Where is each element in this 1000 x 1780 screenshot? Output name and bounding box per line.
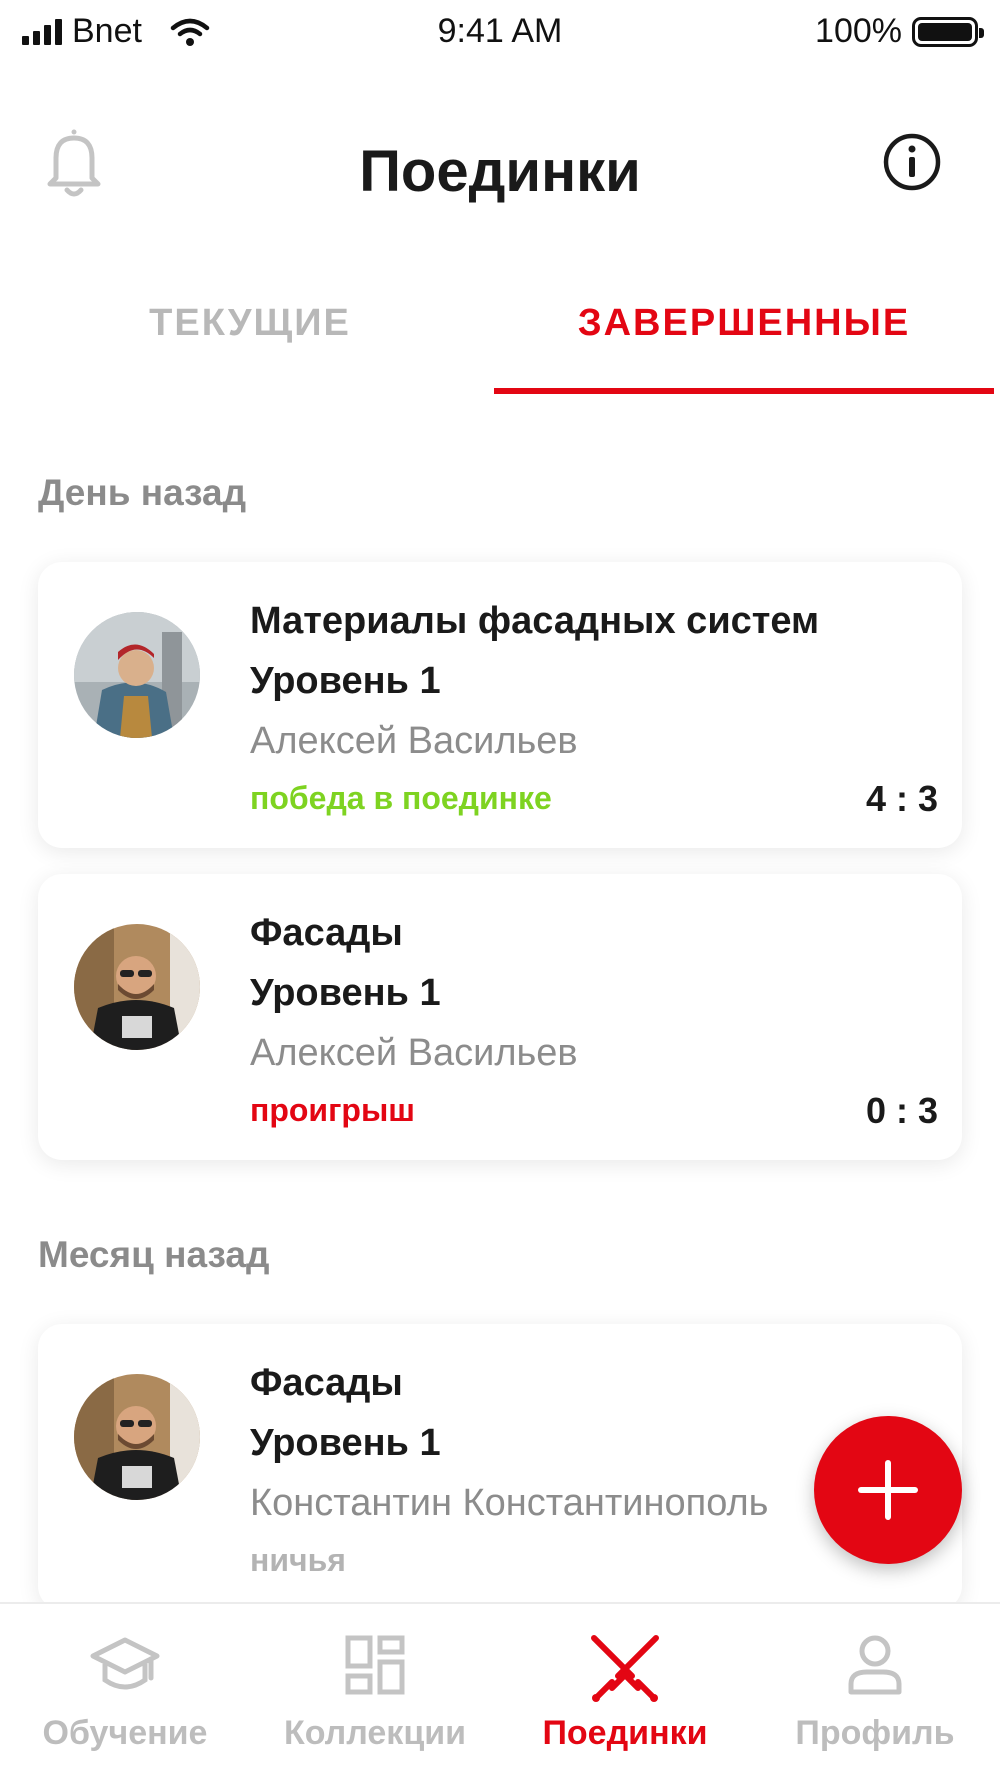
status-right: 100%	[815, 12, 984, 51]
bottom-nav: Обучение Коллекции Поединки Профиль	[0, 1602, 1000, 1780]
duel-result: проигрыш	[250, 1092, 415, 1128]
duel-score: 4 : 3	[865, 778, 938, 819]
nav-label: Коллекции	[283, 1714, 467, 1752]
person-icon	[848, 1635, 902, 1695]
battery-percent: 100%	[815, 12, 902, 50]
nav-item-collections[interactable]: Коллекции	[250, 1604, 500, 1780]
nav-item-profile[interactable]: Профиль	[750, 1604, 1000, 1780]
avatar	[74, 924, 200, 1050]
tab-finished[interactable]: ЗАВЕРШЕННЫЕ	[494, 302, 994, 345]
page-title: Поединки	[359, 139, 641, 204]
duel-level: Уровень 1	[250, 660, 441, 702]
duel-title: Фасады	[250, 1362, 403, 1404]
duel-title: Фасады	[250, 912, 403, 954]
avatar	[74, 612, 200, 738]
battery-icon	[912, 16, 984, 47]
duel-opponent: Алексей Васильев	[250, 720, 578, 762]
active-tab-indicator	[494, 388, 994, 394]
duel-opponent: Алексей Васильев	[250, 1032, 578, 1074]
duel-score: 0 : 3	[865, 1090, 938, 1131]
nav-item-duels[interactable]: Поединки	[500, 1604, 750, 1780]
duel-opponent: Константин Константинополь	[250, 1482, 769, 1524]
duel-card[interactable]: Материалы фасадных систем Уровень 1 Алек…	[38, 562, 962, 848]
nav-label: Поединки	[542, 1714, 708, 1752]
duel-card[interactable]: Фасады Уровень 1 Алексей Васильев проигр…	[38, 874, 962, 1160]
nav-item-learning[interactable]: Обучение	[0, 1604, 250, 1780]
avatar	[74, 1374, 200, 1500]
status-bar: Bnet 9:41 AM 100%	[0, 0, 1000, 64]
tab-bar: ТЕКУЩИЕ ЗАВЕРШЕННЫЕ	[0, 280, 1000, 400]
grid-icon	[345, 1635, 405, 1695]
info-button[interactable]	[882, 132, 942, 192]
nav-label: Профиль	[795, 1714, 955, 1752]
duel-result: победа в поединке	[250, 780, 552, 816]
app-header: Поединки	[0, 110, 1000, 230]
add-duel-button[interactable]	[814, 1416, 962, 1564]
nav-label: Обучение	[42, 1714, 208, 1752]
graduation-cap-icon	[90, 1637, 160, 1690]
section-title-month-ago: Месяц назад	[38, 1234, 270, 1275]
duel-level: Уровень 1	[250, 972, 441, 1014]
info-icon	[883, 133, 941, 191]
tab-current[interactable]: ТЕКУЩИЕ	[0, 302, 500, 345]
duel-title: Материалы фасадных систем	[250, 600, 820, 642]
section-title-day-ago: День назад	[38, 472, 247, 513]
duel-level: Уровень 1	[250, 1422, 441, 1464]
duel-result: ничья	[250, 1542, 346, 1578]
crossed-swords-icon	[591, 1635, 659, 1702]
